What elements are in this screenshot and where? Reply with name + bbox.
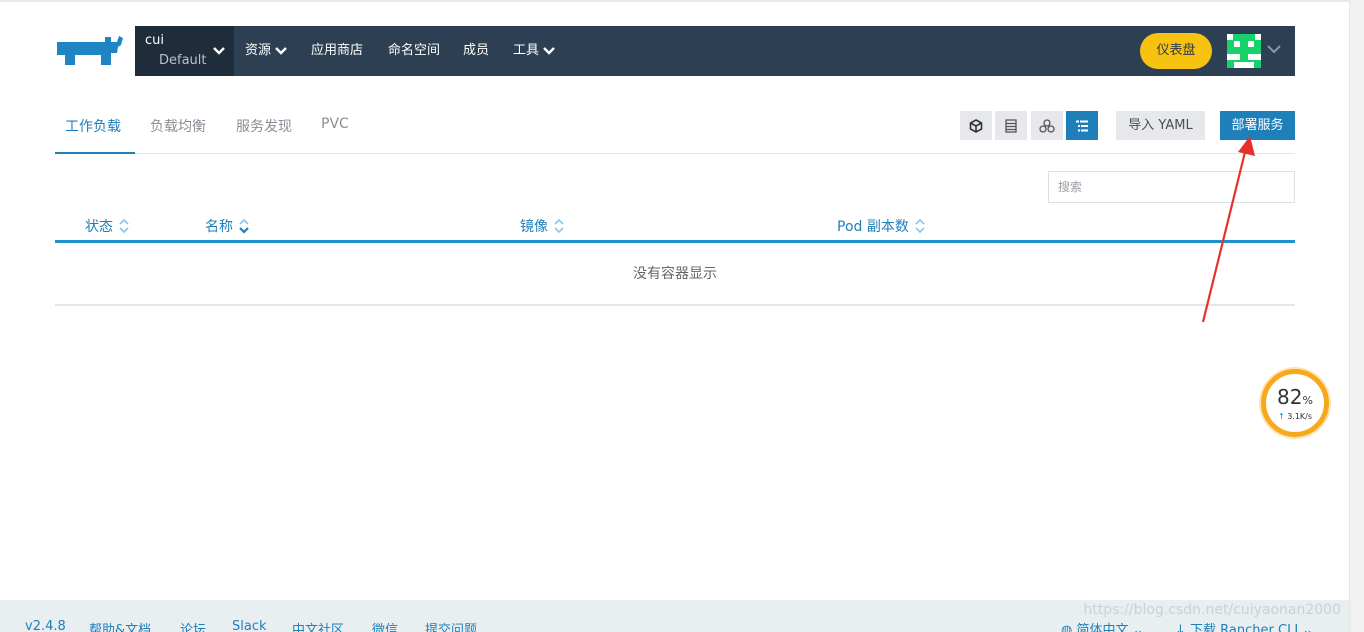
project-name: Default — [159, 53, 207, 68]
empty-message: 没有容器显示 — [633, 266, 717, 282]
speed-rate: ↑ 3.1K/s — [1277, 412, 1313, 421]
page: cui Default 资源 应用商店 命名空间 成员 工具 仪表盘 工作负载 … — [0, 0, 1364, 632]
annotation-arrow-icon — [1201, 136, 1255, 323]
column-header-name[interactable]: 名称 — [205, 216, 249, 236]
nodes-icon — [1039, 118, 1055, 133]
footer: v2.4.8 帮助&文档 论坛 Slack 中文社区 微信 提交问题 ◍ 简体中… — [0, 600, 1349, 632]
language-selector[interactable]: ◍ 简体中文 ⌄ — [1061, 619, 1144, 632]
download-cli-link[interactable]: ↓ 下载 Rancher CLI ⌄ — [1175, 619, 1313, 632]
tree-list-icon — [1076, 120, 1088, 131]
tab-load-balancing[interactable]: 负载均衡 — [150, 116, 206, 136]
sort-desc-icon — [239, 218, 249, 234]
cluster-project-switcher[interactable]: cui Default — [135, 26, 234, 76]
cube-icon — [969, 118, 983, 133]
version-link[interactable]: v2.4.8 — [25, 619, 66, 632]
chevron-down-icon[interactable] — [1267, 44, 1281, 54]
import-yaml-button[interactable]: 导入 YAML — [1116, 111, 1205, 140]
nav-item-label: 工具 — [513, 43, 540, 58]
nav-item-label: 成员 — [463, 43, 490, 58]
nav-item-members[interactable]: 成员 — [463, 26, 489, 76]
view-list-button[interactable] — [995, 111, 1027, 140]
workload-tabs: 工作负载 负载均衡 服务发现 PVC — [55, 104, 1295, 154]
nav-item-namespaces[interactable]: 命名空间 — [388, 26, 440, 76]
footer-link-slack[interactable]: Slack — [232, 619, 267, 632]
speed-percent: 82% — [1277, 385, 1313, 409]
rancher-logo-icon[interactable] — [55, 33, 125, 69]
upload-arrow-icon: ↑ — [1277, 412, 1285, 421]
footer-link-community[interactable]: 中文社区 — [292, 619, 344, 632]
footer-link-issues[interactable]: 提交问题 — [425, 619, 477, 632]
view-nodes-button[interactable] — [1031, 111, 1063, 140]
footer-link-forum[interactable]: 论坛 — [180, 619, 206, 632]
nav-item-label: 资源 — [245, 43, 272, 58]
sort-icon — [119, 218, 129, 234]
footer-link-help[interactable]: 帮助&文档 — [89, 619, 151, 632]
nav-item-tools[interactable]: 工具 — [513, 26, 555, 76]
scrollbar[interactable] — [1349, 0, 1364, 632]
column-header-image[interactable]: 镜像 — [520, 216, 564, 236]
table-empty-row: 没有容器显示 — [55, 243, 1295, 306]
view-tree-list-button[interactable] — [1066, 111, 1098, 140]
dashboard-button[interactable]: 仪表盘 — [1140, 33, 1212, 69]
nav-item-catalog[interactable]: 应用商店 — [311, 26, 363, 76]
footer-link-wechat[interactable]: 微信 — [372, 619, 398, 632]
sort-icon — [915, 218, 925, 234]
nav-item-resources[interactable]: 资源 — [245, 26, 287, 76]
table-header: 状态 名称 镜像 Pod 副本数 — [55, 210, 1295, 243]
tab-service-discovery[interactable]: 服务发现 — [236, 116, 292, 136]
view-cube-button[interactable] — [960, 111, 992, 140]
chevron-down-icon — [543, 47, 555, 55]
cluster-name: cui — [145, 33, 164, 48]
list-icon — [1005, 118, 1017, 133]
top-border — [0, 0, 1349, 2]
column-header-state[interactable]: 状态 — [85, 216, 129, 236]
active-tab-indicator — [55, 152, 135, 154]
tab-workloads[interactable]: 工作负载 — [65, 116, 121, 136]
network-speed-widget[interactable]: 82% ↑ 3.1K/s — [1261, 369, 1329, 437]
watermark: https://blog.csdn.net/cuiyaonan2000 — [1083, 602, 1341, 618]
globe-icon: ◍ — [1061, 623, 1073, 632]
nav-item-label: 命名空间 — [388, 43, 441, 58]
download-icon: ↓ — [1175, 623, 1186, 632]
column-header-pod-replicas[interactable]: Pod 副本数 — [837, 216, 925, 236]
tab-pvc[interactable]: PVC — [321, 116, 349, 132]
top-nav: cui Default 资源 应用商店 命名空间 成员 工具 仪表盘 — [135, 26, 1295, 76]
chevron-down-icon — [275, 47, 287, 55]
chevron-down-icon — [213, 47, 225, 55]
sort-icon — [554, 218, 564, 234]
avatar[interactable] — [1227, 34, 1261, 68]
nav-item-label: 应用商店 — [311, 43, 364, 58]
